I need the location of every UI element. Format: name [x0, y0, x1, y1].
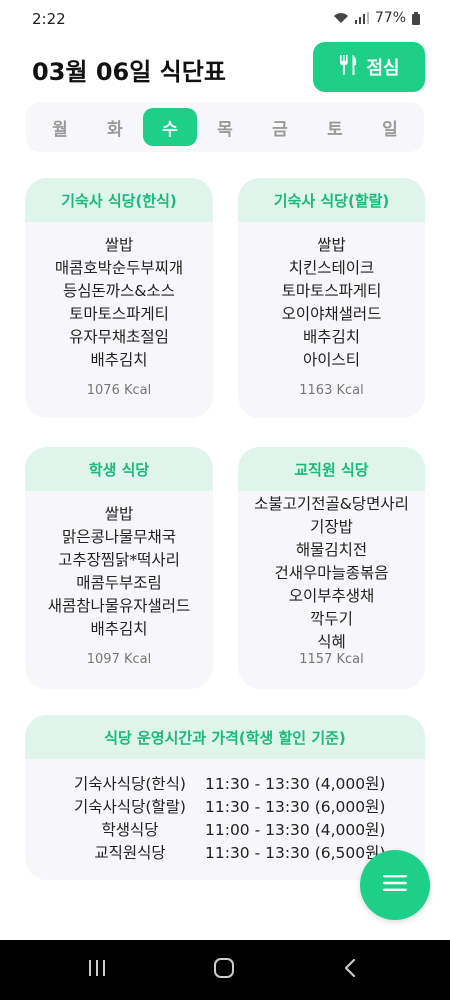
day-tab-tue[interactable]: 화	[88, 108, 142, 146]
kcal-value: 1157 Kcal	[299, 652, 364, 667]
menu-item: 깍두기	[310, 610, 353, 628]
menu-item: 맑은콩나물무채국	[61, 528, 177, 546]
hours-time-price: 11:00 - 13:30 (4,000원)	[205, 821, 386, 839]
menu-item: 토마토스파게티	[69, 305, 169, 323]
hours-cafeteria-name: 기숙사식당(할랄)	[74, 798, 186, 816]
hours-time-price: 11:30 - 13:30 (6,000원)	[205, 798, 386, 816]
cafeteria-card-dorm-korean[interactable]: 기숙사 식당(한식) 쌀밥 매콤호박순두부찌개 등심돈까스&소스 토마토스파게티…	[25, 178, 213, 418]
menu-item: 소불고기전골&당면사리	[254, 495, 409, 513]
day-tab-sat[interactable]: 토	[308, 108, 362, 146]
menu-item: 오이야채샐러드	[281, 305, 382, 323]
menu-item: 배추김치	[90, 351, 148, 369]
menu-item: 쌀밥	[104, 505, 134, 523]
day-tab-sun[interactable]: 일	[363, 108, 417, 146]
cafeteria-name: 학생 식당	[25, 447, 213, 491]
menu-item: 치킨스테이크	[288, 259, 375, 277]
meal-button-label: 점심	[366, 58, 400, 79]
cafeteria-name: 교직원 식당	[238, 447, 425, 491]
wifi-icon	[333, 12, 349, 24]
menu-item: 쌀밥	[317, 236, 346, 254]
menu-item: 유자무채초절임	[69, 328, 169, 346]
recent-apps-icon	[87, 959, 107, 981]
cafeteria-card-dorm-halal[interactable]: 기숙사 식당(할랄) 쌀밥 치킨스테이크 토마토스파게티 오이야채샐러드 배추김…	[238, 178, 425, 418]
hours-cafeteria-name: 기숙사식당(한식)	[74, 775, 186, 793]
menu-item: 배추김치	[90, 620, 148, 638]
cafeteria-name: 기숙사 식당(한식)	[25, 178, 213, 222]
hours-cafeteria-name: 교직원식당	[94, 844, 166, 862]
system-navigation-bar	[0, 940, 450, 1000]
menu-item: 고추장찜닭*떡사리	[58, 551, 180, 569]
hours-row: 교직원식당 11:30 - 13:30 (6,500원)	[25, 842, 425, 865]
menu-item: 식혜	[317, 633, 346, 651]
menu-item: 매콤호박순두부찌개	[54, 259, 184, 277]
hours-time-price: 11:30 - 13:30 (4,000원)	[205, 775, 386, 793]
kcal-value: 1163 Kcal	[299, 383, 364, 398]
meal-select-button[interactable]: 점심	[313, 42, 425, 92]
signal-icon	[354, 12, 369, 24]
header: 03월 06일 식단표 점심	[0, 42, 450, 94]
kcal-value: 1076 Kcal	[86, 383, 152, 398]
recent-apps-button[interactable]	[82, 958, 112, 982]
cafeteria-name: 기숙사 식당(할랄)	[238, 178, 425, 222]
hours-row: 기숙사식당(할랄) 11:30 - 13:30 (6,000원)	[25, 796, 425, 819]
status-icons: 77%	[333, 10, 420, 26]
day-selector: 월 화 수 목 금 토 일	[26, 102, 424, 152]
status-time: 2:22	[32, 10, 66, 28]
back-arrow-icon	[343, 958, 357, 982]
menu-fab-button[interactable]	[360, 850, 430, 920]
menu-item: 기장밥	[310, 518, 353, 536]
hamburger-menu-icon	[383, 874, 407, 896]
menu-item: 새콤참나물유자샐러드	[47, 597, 191, 615]
home-button[interactable]	[209, 958, 239, 982]
menu-item: 해물김치전	[295, 541, 368, 559]
hours-list: 기숙사식당(한식) 11:30 - 13:30 (4,000원) 기숙사식당(할…	[25, 759, 425, 865]
menu-item: 토마토스파게티	[281, 282, 382, 300]
cafeteria-card-faculty[interactable]: 교직원 식당 소불고기전골&당면사리 기장밥 해물김치전 건새우마늘종볶음 오이…	[238, 447, 425, 689]
operating-hours-title: 식당 운영시간과 가격(학생 할인 기준)	[25, 715, 425, 759]
menu-item: 오이부추생채	[288, 587, 375, 605]
home-icon	[213, 958, 235, 982]
day-tab-fri[interactable]: 금	[253, 108, 307, 146]
hours-cafeteria-name: 학생식당	[101, 821, 159, 839]
menu-list: 쌀밥 치킨스테이크 토마토스파게티 오이야채샐러드 배추김치 아이스티	[238, 222, 425, 372]
menu-list: 소불고기전골&당면사리 기장밥 해물김치전 건새우마늘종볶음 오이부추생채 깍두…	[238, 491, 425, 654]
hours-row: 학생식당 11:00 - 13:30 (4,000원)	[25, 819, 425, 842]
operating-hours-card: 식당 운영시간과 가격(학생 할인 기준) 기숙사식당(한식) 11:30 - …	[25, 715, 425, 880]
menu-item: 아이스티	[302, 351, 361, 369]
fork-knife-icon	[338, 54, 358, 81]
menu-item: 쌀밥	[104, 236, 134, 254]
day-tab-thu[interactable]: 목	[198, 108, 252, 146]
battery-icon	[412, 11, 420, 25]
menu-item: 건새우마늘종볶음	[274, 564, 389, 582]
menu-list: 쌀밥 맑은콩나물무채국 고추장찜닭*떡사리 매콤두부조림 새콤참나물유자샐러드 …	[25, 491, 213, 641]
kcal-value: 1097 Kcal	[86, 652, 152, 667]
day-tab-wed[interactable]: 수	[143, 108, 197, 146]
menu-item: 배추김치	[302, 328, 361, 346]
page-title: 03월 06일 식단표	[32, 58, 226, 86]
day-tab-mon[interactable]: 월	[33, 108, 87, 146]
menu-list: 쌀밥 매콤호박순두부찌개 등심돈까스&소스 토마토스파게티 유자무채초절임 배추…	[25, 222, 213, 372]
back-button[interactable]	[335, 958, 365, 982]
menu-item: 등심돈까스&소스	[63, 282, 175, 300]
status-bar: 2:22 77%	[0, 0, 450, 40]
battery-percent: 77%	[374, 10, 406, 26]
cafeteria-card-student[interactable]: 학생 식당 쌀밥 맑은콩나물무채국 고추장찜닭*떡사리 매콤두부조림 새콤참나물…	[25, 447, 213, 689]
hours-row: 기숙사식당(한식) 11:30 - 13:30 (4,000원)	[25, 773, 425, 796]
menu-item: 매콤두부조림	[76, 574, 162, 592]
